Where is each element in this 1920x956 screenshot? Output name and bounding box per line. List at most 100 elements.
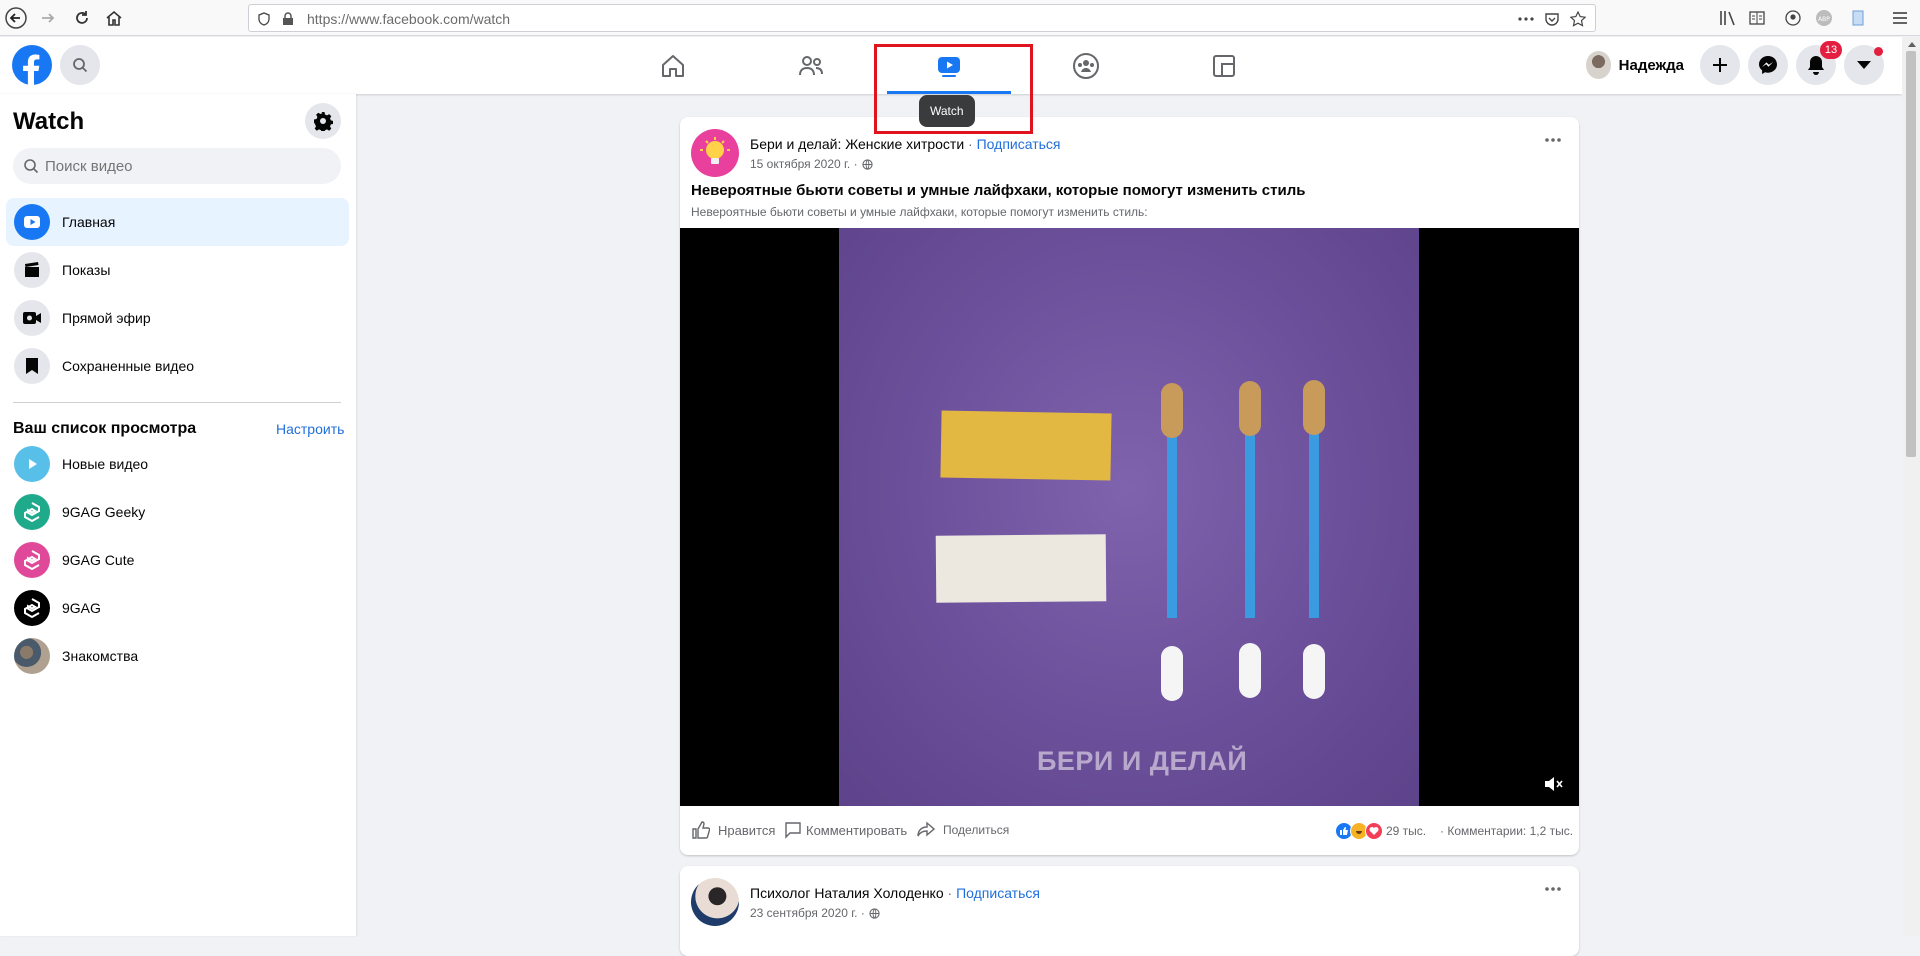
white-strip xyxy=(935,534,1107,603)
tab-gaming[interactable] xyxy=(1160,37,1288,94)
post-options-icon[interactable] xyxy=(1541,877,1565,901)
swab-tip xyxy=(1239,643,1261,698)
account-icon[interactable] xyxy=(1781,6,1805,30)
extension-icon[interactable] xyxy=(1846,6,1870,30)
page-actions-icon[interactable] xyxy=(1517,10,1535,28)
shield-icon[interactable] xyxy=(255,10,273,28)
settings-button[interactable] xyxy=(305,103,341,139)
notifications-badge: 13 xyxy=(1820,41,1842,59)
post-date[interactable]: 15 октября 2020 г. · xyxy=(750,157,858,171)
video-search-field[interactable] xyxy=(13,148,341,184)
tab-groups[interactable] xyxy=(1022,37,1150,94)
page-avatar xyxy=(14,638,50,674)
swab-tip xyxy=(1303,380,1325,435)
account-menu-button[interactable] xyxy=(1844,45,1884,85)
bookmark-star-icon[interactable] xyxy=(1569,10,1587,28)
mute-icon[interactable] xyxy=(1543,774,1565,796)
sidebar-item-9gag-geeky[interactable]: 9GAG Geeky xyxy=(6,488,349,536)
plus-icon xyxy=(1712,57,1728,73)
post-author-line: Бери и делай: Женские хитрости · Подписа… xyxy=(750,136,1061,152)
sidebar-item-shows[interactable]: Показы xyxy=(6,246,349,294)
sidebar-item-dating[interactable]: Знакомства xyxy=(6,632,349,680)
bell-icon xyxy=(1807,55,1825,75)
sidebar-item-new-videos[interactable]: Новые видео xyxy=(6,440,349,488)
sidebar-item-9gag[interactable]: 9GAG xyxy=(6,584,349,632)
comment-label: Комментировать xyxy=(806,822,908,838)
globe-icon xyxy=(861,158,873,170)
search-button[interactable] xyxy=(60,45,100,85)
sidebar-item-home[interactable]: Главная xyxy=(6,198,349,246)
scroll-up-arrow-icon[interactable] xyxy=(1908,41,1916,47)
messenger-button[interactable] xyxy=(1748,45,1788,85)
sidebar-item-label: Знакомства xyxy=(62,648,139,664)
back-icon[interactable] xyxy=(4,6,28,30)
subscribe-link[interactable]: Подписаться xyxy=(977,136,1061,152)
url-bar[interactable]: https://www.facebook.com/watch xyxy=(248,4,1596,32)
tab-friends[interactable] xyxy=(747,37,875,94)
reader-view-icon[interactable] xyxy=(1745,6,1769,30)
9gag-logo-icon xyxy=(14,494,50,530)
post-author[interactable]: Психолог Наталия Холоденко xyxy=(750,885,944,901)
friends-icon xyxy=(797,52,825,80)
separator: · xyxy=(964,136,977,152)
scrollbar[interactable] xyxy=(1902,37,1920,936)
yellow-strip xyxy=(940,410,1112,481)
like-button[interactable]: Нравится xyxy=(692,820,775,840)
scroll-thumb[interactable] xyxy=(1906,51,1916,457)
post-options-icon[interactable] xyxy=(1541,128,1565,152)
sidebar-item-9gag-cute[interactable]: 9GAG Cute xyxy=(6,536,349,584)
gear-icon xyxy=(313,111,333,131)
tab-home[interactable] xyxy=(609,37,737,94)
subscribe-link[interactable]: Подписаться xyxy=(956,885,1040,901)
globe-icon xyxy=(869,907,880,919)
video-search-input[interactable] xyxy=(45,157,325,175)
home-icon[interactable] xyxy=(102,6,126,30)
separator: · xyxy=(943,885,957,901)
video-post: Психолог Наталия Холоденко · Подписаться… xyxy=(680,866,1579,956)
comments-count[interactable]: · Комментарии: 1,2 тыс. xyxy=(1440,824,1573,838)
watch-play-icon xyxy=(14,204,50,240)
9gag-logo-icon xyxy=(14,590,50,626)
share-label: Поделиться xyxy=(943,823,1010,837)
sidebar-item-label: Новые видео xyxy=(62,456,149,472)
pocket-icon[interactable] xyxy=(1543,10,1561,28)
comment-button[interactable]: Комментировать xyxy=(784,820,907,840)
create-button[interactable] xyxy=(1700,45,1740,85)
facebook-logo[interactable] xyxy=(12,45,52,85)
sidebar-item-live[interactable]: Прямой эфир xyxy=(6,294,349,342)
forward-icon[interactable] xyxy=(36,6,60,30)
reactions-summary[interactable]: 29 тыс. xyxy=(1335,821,1426,841)
watchlist-edit-link[interactable]: Настроить xyxy=(276,421,344,437)
video-watermark: БЕРИ И ДЕЛАЙ xyxy=(1037,746,1248,776)
sidebar-item-saved[interactable]: Сохраненные видео xyxy=(6,342,349,390)
profile-name: Надежда xyxy=(1618,56,1684,74)
video-player[interactable]: БЕРИ И ДЕЛАЙ xyxy=(680,228,1579,806)
library-icon[interactable] xyxy=(1716,6,1740,30)
post-author[interactable]: Бери и делай: Женские хитрости xyxy=(750,136,964,152)
avatar xyxy=(1586,51,1611,79)
comment-icon xyxy=(784,821,802,839)
thumbs-up-icon xyxy=(692,821,710,839)
messenger-icon xyxy=(1758,55,1778,75)
profile-button[interactable]: Надежда xyxy=(1586,45,1684,85)
highlight-frame xyxy=(874,44,1033,134)
adblock-extension-icon[interactable]: ABP xyxy=(1812,6,1836,30)
home-icon xyxy=(659,52,687,80)
post-meta: 23 сентября 2020 г. · xyxy=(750,906,880,920)
reload-icon[interactable] xyxy=(70,6,94,30)
share-button[interactable]: Поделиться xyxy=(917,820,1009,840)
notifications-button[interactable]: 13 xyxy=(1796,41,1842,85)
post-title[interactable]: Невероятные бьюти советы и умные лайфхак… xyxy=(691,182,1305,199)
alert-dot xyxy=(1874,47,1883,56)
page-avatar[interactable] xyxy=(691,878,739,926)
swab-tip xyxy=(1303,644,1325,699)
caret-down-icon xyxy=(1856,60,1872,70)
url-text[interactable]: https://www.facebook.com/watch xyxy=(307,11,510,27)
swab-tip xyxy=(1161,646,1183,701)
menu-icon[interactable] xyxy=(1888,6,1912,30)
post-date[interactable]: 23 сентября 2020 г. · xyxy=(750,906,865,920)
page-avatar[interactable] xyxy=(691,129,739,177)
lock-icon[interactable] xyxy=(279,10,297,28)
watch-sidebar: Watch Главная Показы Прямой эфир Сохране… xyxy=(0,94,356,936)
video-post: Бери и делай: Женские хитрости · Подписа… xyxy=(680,117,1579,855)
